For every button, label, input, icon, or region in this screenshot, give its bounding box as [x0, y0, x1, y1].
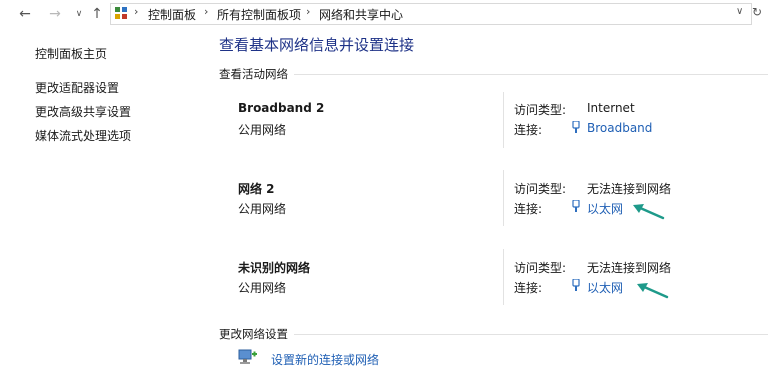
access-type-value: Internet [587, 101, 635, 115]
ethernet-icon [572, 200, 580, 212]
breadcrumb-all-items[interactable]: 所有控制面板项 [217, 6, 301, 23]
back-button[interactable]: ← [16, 5, 34, 23]
network-type[interactable]: 公用网络 [238, 279, 286, 296]
ethernet-icon [572, 121, 580, 133]
network-name: Broadband 2 [238, 101, 325, 115]
ethernet-icon [572, 279, 580, 291]
access-type-value: 无法连接到网络 [587, 261, 672, 275]
sidebar-item-media-streaming[interactable]: 媒体流式处理选项 [35, 127, 131, 144]
connection-link[interactable]: 以太网 [587, 279, 623, 296]
access-type-label: 访问类型: [514, 182, 567, 196]
breadcrumb-separator: › [134, 5, 139, 18]
connection-label: 连接: [514, 281, 543, 295]
access-type-value: 无法连接到网络 [587, 182, 672, 196]
column-divider [503, 249, 504, 305]
breadcrumb-control-panel[interactable]: 控制面板 [148, 6, 196, 23]
connection-link[interactable]: Broadband [587, 121, 652, 135]
connection-label: 连接: [514, 123, 543, 137]
sidebar-item-adapter[interactable]: 更改适配器设置 [35, 79, 119, 96]
column-divider [503, 92, 504, 148]
section-divider [294, 334, 768, 335]
setup-connection-link[interactable]: 设置新的连接或网络 [271, 351, 379, 368]
refresh-icon[interactable]: ↻ [752, 5, 762, 19]
up-button[interactable]: ↑ [88, 5, 106, 23]
address-dropdown-icon[interactable]: ∨ [736, 6, 743, 17]
network-type[interactable]: 公用网络 [238, 200, 286, 217]
section-divider [294, 74, 768, 75]
address-bar: ← → ∨ ↑ › 控制面板 › 所有控制面板项 › 网络和共享中心 ∨ ↻ [0, 0, 768, 28]
network-name: 网络 2 [238, 182, 275, 196]
history-dropdown-button[interactable]: ∨ [70, 5, 88, 23]
new-connection-icon [238, 349, 257, 364]
breadcrumb-separator: › [306, 5, 311, 18]
sidebar: 控制面板主页 更改适配器设置 更改高级共享设置 媒体流式处理选项 [0, 28, 205, 376]
sidebar-item-home[interactable]: 控制面板主页 [35, 45, 107, 62]
breadcrumb-network-center[interactable]: 网络和共享中心 [319, 6, 403, 23]
network-name: 未识别的网络 [238, 261, 311, 275]
active-networks-heading: 查看活动网络 [219, 67, 288, 81]
annotation-arrow-icon [637, 283, 669, 299]
connection-link[interactable]: 以太网 [587, 200, 623, 217]
column-divider [503, 170, 504, 226]
network-type[interactable]: 公用网络 [238, 121, 286, 138]
control-panel-icon [115, 7, 127, 19]
breadcrumb-separator: › [204, 5, 209, 18]
annotation-arrow-icon [633, 204, 665, 220]
connection-label: 连接: [514, 202, 543, 216]
forward-button[interactable]: → [46, 5, 64, 23]
access-type-label: 访问类型: [514, 261, 567, 275]
sidebar-item-advanced-sharing[interactable]: 更改高级共享设置 [35, 103, 131, 120]
access-type-label: 访问类型: [514, 103, 567, 117]
page-title: 查看基本网络信息并设置连接 [219, 36, 415, 54]
change-settings-heading: 更改网络设置 [219, 327, 288, 341]
